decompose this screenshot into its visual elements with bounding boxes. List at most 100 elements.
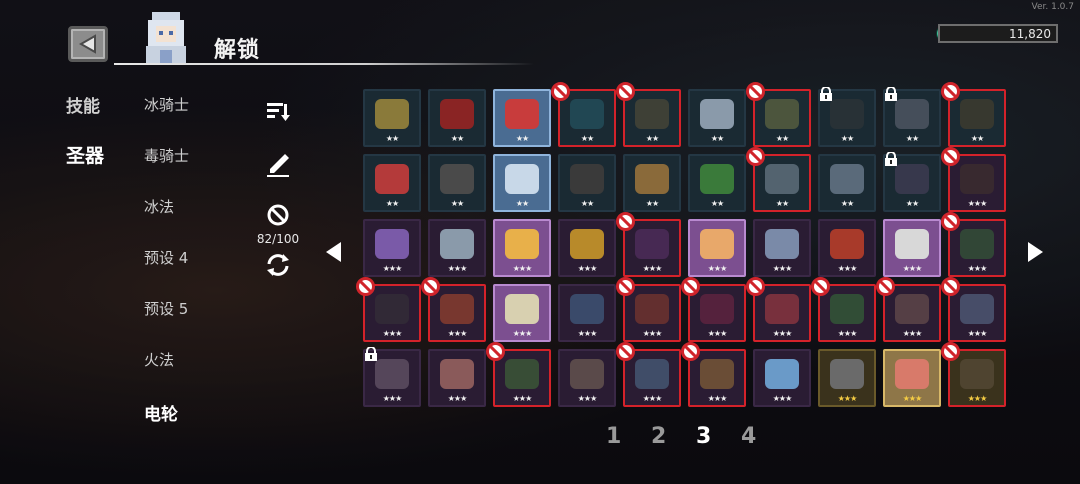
- relic-icon: [375, 99, 409, 129]
- relic-slot[interactable]: ★★★: [363, 219, 421, 277]
- relic-slot[interactable]: ★★: [688, 154, 746, 212]
- relic-slot[interactable]: ★★★: [883, 349, 941, 407]
- preset-item[interactable]: 火法: [144, 349, 189, 400]
- relic-slot[interactable]: ★★★: [558, 219, 616, 277]
- relic-slot[interactable]: ★★★: [486, 342, 551, 407]
- reset-button[interactable]: [263, 250, 293, 280]
- page-1-button[interactable]: 1: [606, 424, 651, 449]
- relic-stars: ★★★: [772, 329, 793, 338]
- back-button[interactable]: [68, 26, 108, 62]
- relic-slot[interactable]: ★★: [363, 89, 421, 147]
- relic-stars: ★★★: [642, 329, 663, 338]
- relic-slot[interactable]: ★★: [493, 154, 551, 212]
- relic-slot[interactable]: ★★★: [941, 342, 1006, 407]
- preset-item[interactable]: 预设 5: [144, 298, 189, 349]
- relic-icon: [570, 229, 604, 259]
- relic-slot[interactable]: ★★: [746, 147, 811, 212]
- preset-item[interactable]: 冰法: [144, 196, 189, 247]
- relic-slot[interactable]: ★★★: [753, 349, 811, 407]
- edit-button[interactable]: [263, 150, 293, 180]
- relic-slot[interactable]: ★★★: [681, 277, 746, 342]
- relic-slot[interactable]: ★★★: [356, 277, 421, 342]
- relic-slot[interactable]: ★★★: [558, 349, 616, 407]
- relic-slot[interactable]: ★★★: [753, 219, 811, 277]
- page-2-button[interactable]: 2: [651, 424, 696, 449]
- relic-slot[interactable]: ★★★: [616, 212, 681, 277]
- tab-skills[interactable]: 技能: [66, 92, 104, 117]
- relic-stars: ★★★: [772, 264, 793, 273]
- relic-slot[interactable]: ★★★: [616, 342, 681, 407]
- relic-slot[interactable]: ★★★: [746, 277, 811, 342]
- relic-stars: ★★★: [967, 199, 988, 208]
- relic-slot[interactable]: ★★: [616, 82, 681, 147]
- relic-icon: [635, 294, 669, 324]
- ban-badge-icon: [616, 342, 635, 361]
- preset-item-active[interactable]: 电轮: [144, 400, 189, 451]
- relic-icon: [765, 294, 799, 324]
- relic-slot[interactable]: ★★: [746, 82, 811, 147]
- relic-slot[interactable]: ★★★: [818, 349, 876, 407]
- relic-slot[interactable]: ★★: [623, 154, 681, 212]
- relic-slot[interactable]: ★★★: [681, 342, 746, 407]
- relic-icon: [830, 164, 864, 194]
- relic-slot[interactable]: ★★★: [811, 277, 876, 342]
- relic-slot[interactable]: ★★: [883, 152, 941, 212]
- relic-icon: [440, 164, 474, 194]
- relic-stars: ★★: [515, 199, 529, 208]
- relic-slot[interactable]: ★★: [493, 89, 551, 147]
- preset-item[interactable]: 预设 4: [144, 247, 189, 298]
- preset-list: 冰骑士 毒骑士 冰法 预设 4 预设 5 火法 电轮: [144, 94, 189, 451]
- relic-icon: [505, 164, 539, 194]
- relic-slot[interactable]: ★★: [818, 87, 876, 147]
- relic-stars: ★★★: [902, 264, 923, 273]
- relic-stars: ★★★: [837, 394, 858, 403]
- relic-slot[interactable]: ★★★: [688, 219, 746, 277]
- tool-column: 82/100: [256, 96, 300, 280]
- relic-slot[interactable]: ★★★: [941, 277, 1006, 342]
- prev-page-arrow[interactable]: [326, 242, 341, 262]
- relic-stars: ★★: [970, 134, 984, 143]
- relic-slot[interactable]: ★★★: [818, 219, 876, 277]
- relic-slot[interactable]: ★★★: [428, 219, 486, 277]
- preset-item[interactable]: 毒骑士: [144, 145, 189, 196]
- ban-badge-icon: [746, 82, 765, 101]
- relic-slot[interactable]: ★★: [818, 154, 876, 212]
- lock-icon: [820, 87, 832, 101]
- relic-slot[interactable]: ★★★: [941, 212, 1006, 277]
- relic-slot[interactable]: ★★★: [558, 284, 616, 342]
- ban-badge-icon: [941, 342, 960, 361]
- relic-slot[interactable]: ★★★: [363, 347, 421, 407]
- relic-slot[interactable]: ★★★: [493, 219, 551, 277]
- relic-icon: [960, 294, 994, 324]
- relic-slot[interactable]: ★★: [363, 154, 421, 212]
- preset-item[interactable]: 冰骑士: [144, 94, 189, 145]
- relic-slot[interactable]: ★★: [428, 154, 486, 212]
- relic-slot[interactable]: ★★★: [941, 147, 1006, 212]
- ban-toggle-button[interactable]: [263, 200, 293, 230]
- relic-slot[interactable]: ★★★: [428, 349, 486, 407]
- relic-slot[interactable]: ★★: [941, 82, 1006, 147]
- relic-stars: ★★★: [447, 394, 468, 403]
- sort-button[interactable]: [263, 96, 293, 126]
- relic-slot[interactable]: ★★★: [493, 284, 551, 342]
- relic-slot[interactable]: ★★★: [876, 277, 941, 342]
- relic-slot[interactable]: ★★★: [421, 277, 486, 342]
- ban-badge-icon: [941, 147, 960, 166]
- relic-slot[interactable]: ★★★: [883, 219, 941, 277]
- relic-icon: [700, 359, 734, 389]
- relic-slot[interactable]: ★★: [558, 154, 616, 212]
- relic-slot[interactable]: ★★: [428, 89, 486, 147]
- relic-slot[interactable]: ★★: [688, 89, 746, 147]
- relic-stars: ★★: [645, 134, 659, 143]
- relic-slot[interactable]: ★★: [883, 87, 941, 147]
- next-page-arrow[interactable]: [1028, 242, 1043, 262]
- relic-slot[interactable]: ★★: [551, 82, 616, 147]
- ban-badge-icon: [551, 82, 570, 101]
- page-3-button[interactable]: 3: [696, 424, 741, 449]
- tab-relics[interactable]: 圣器: [66, 141, 104, 168]
- relic-icon: [635, 164, 669, 194]
- relic-stars: ★★: [385, 199, 399, 208]
- relic-slot[interactable]: ★★★: [616, 277, 681, 342]
- relic-icon: [505, 229, 539, 259]
- page-4-button[interactable]: 4: [741, 424, 786, 449]
